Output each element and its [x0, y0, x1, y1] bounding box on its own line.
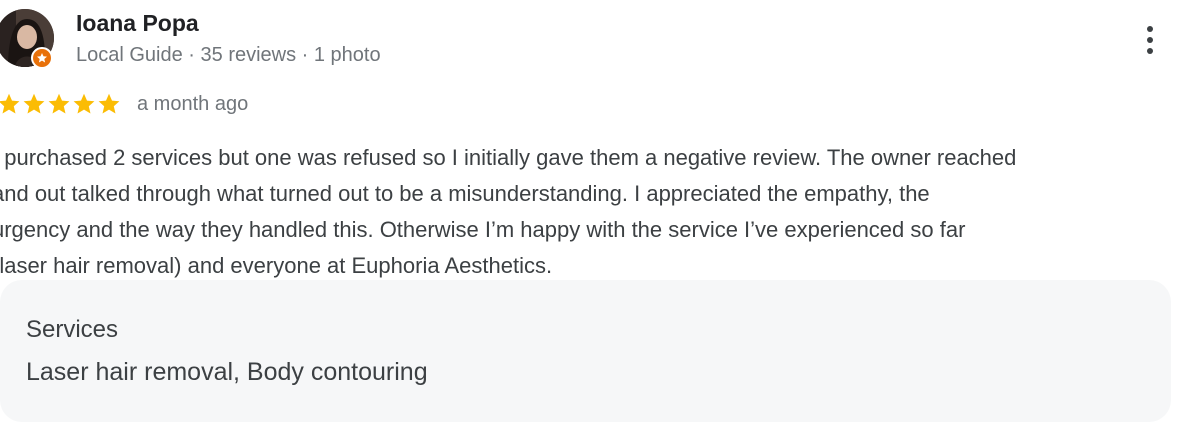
rating-row: a month ago	[0, 90, 248, 118]
more-options-button[interactable]	[1136, 22, 1164, 58]
review-text-line: and out talked through what turned out t…	[0, 181, 930, 206]
services-card: Services Laser hair removal, Body contou…	[0, 280, 1171, 422]
more-vertical-icon	[1147, 26, 1153, 32]
star-icon	[23, 93, 45, 114]
services-title: Services	[26, 316, 119, 343]
star-rating	[0, 92, 121, 116]
review-text-line: I purchased 2 services but one was refus…	[0, 145, 1017, 170]
star-icon	[98, 93, 120, 114]
reviewer-name[interactable]: Ioana Popa	[76, 10, 199, 37]
star-icon	[0, 93, 20, 114]
star-icon	[48, 93, 70, 114]
review-text: I purchased 2 services but one was refus…	[0, 140, 1192, 284]
local-guide-badge	[31, 47, 53, 69]
reviewer-meta: Local Guide · 35 reviews · 1 photo	[76, 44, 381, 66]
review-date: a month ago	[137, 92, 249, 115]
review-card: Ioana Popa Local Guide · 35 reviews · 1 …	[0, 0, 1200, 444]
star-icon	[73, 93, 95, 114]
services-value: Laser hair removal, Body contouring	[26, 358, 428, 386]
review-text-line: urgency and the way they handled this. O…	[0, 217, 966, 242]
local-guide-star-icon	[37, 53, 47, 63]
review-text-line: (laser hair removal) and everyone at Eup…	[0, 253, 553, 278]
